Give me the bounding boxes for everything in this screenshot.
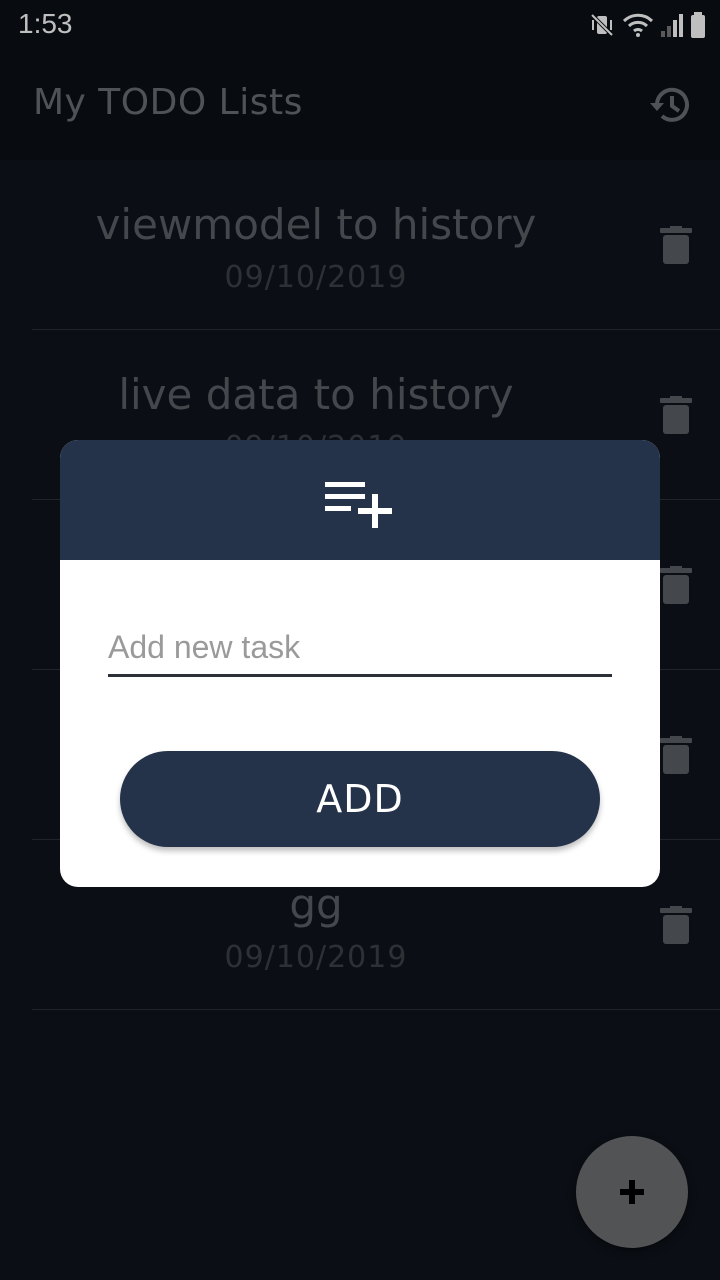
add-task-dialog: ADD [60, 440, 660, 887]
dialog-header [60, 440, 660, 560]
playlist-add-icon [325, 482, 392, 528]
add-button[interactable]: ADD [120, 751, 600, 847]
new-task-input[interactable] [108, 620, 612, 677]
